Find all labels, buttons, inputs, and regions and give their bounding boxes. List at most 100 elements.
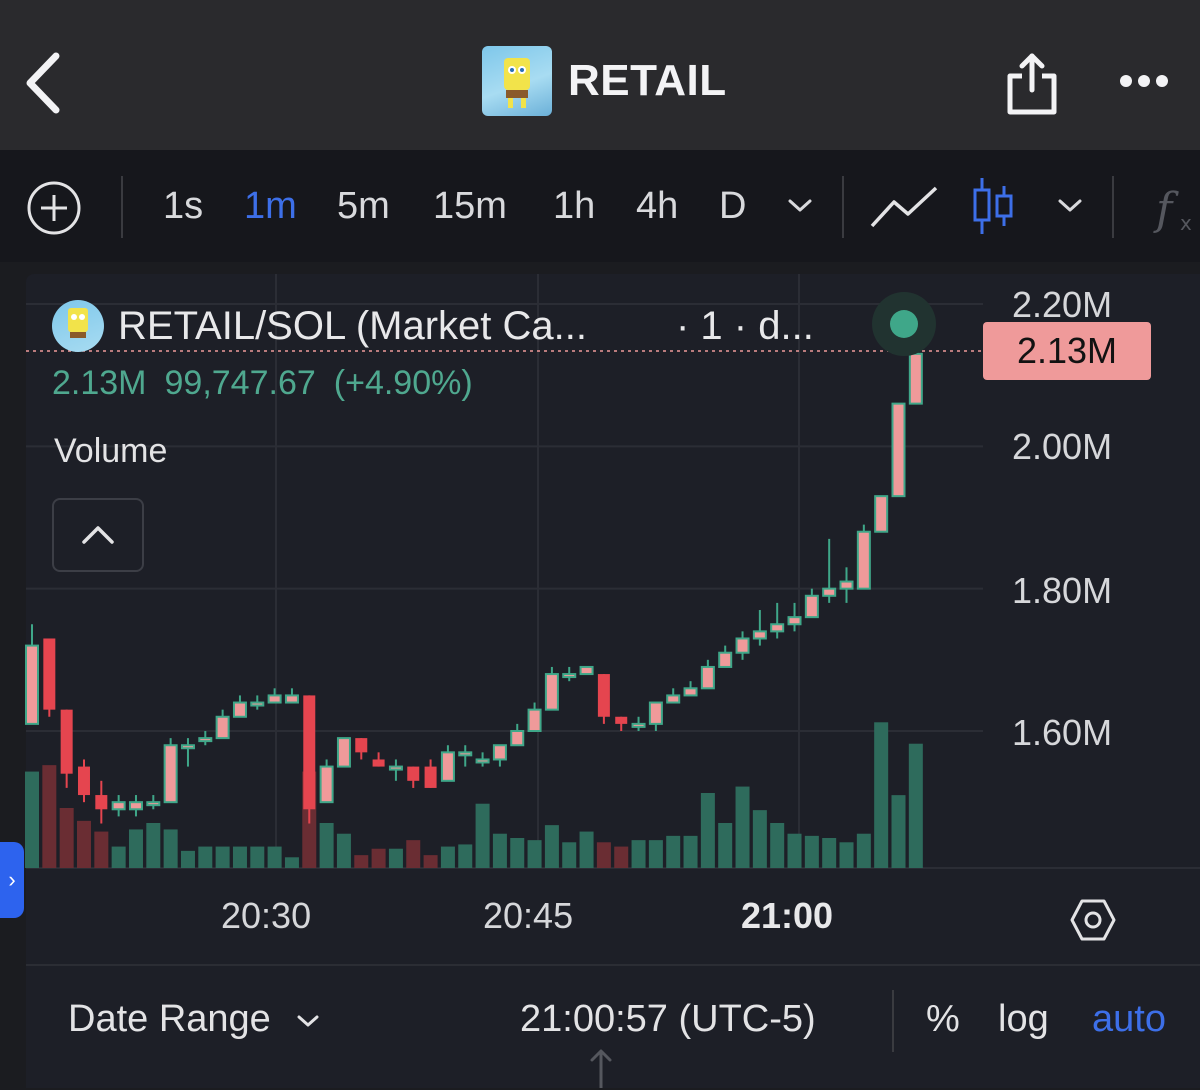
market-status-indicator — [872, 292, 936, 356]
volume-bar — [804, 835, 819, 868]
volume-bar — [440, 846, 455, 868]
candle-up — [388, 765, 403, 771]
time-tick: 20:45 — [483, 895, 574, 936]
volume-bar — [163, 829, 178, 868]
volume-bar — [787, 833, 802, 868]
volume-bar — [25, 771, 39, 868]
candle-up — [284, 694, 299, 704]
candle-up — [250, 701, 265, 707]
volume-bar — [856, 833, 871, 868]
candle-up — [492, 744, 507, 761]
candle-up — [631, 722, 646, 728]
change-percent: (+4.90%) — [333, 364, 473, 402]
symbol-title[interactable]: RETAIL/SOL (Market Ca... — [118, 304, 587, 349]
candle-up — [163, 744, 178, 804]
side-panel-toggle[interactable]: › — [0, 842, 24, 918]
timezone-clock[interactable]: 21:00:57 (UTC-5) — [520, 998, 816, 1041]
auto-scale-toggle[interactable]: auto — [1092, 998, 1166, 1041]
candle-up — [544, 673, 559, 711]
candle-up — [666, 694, 681, 704]
candle-up — [25, 644, 39, 725]
candle-up — [510, 730, 525, 747]
candle-up — [648, 701, 663, 725]
log-scale-toggle[interactable]: log — [998, 998, 1049, 1041]
volume-bar — [458, 844, 473, 868]
chevron-down-icon — [297, 1015, 319, 1027]
volume-bar — [406, 840, 421, 868]
candle-up — [215, 715, 230, 740]
candle-up — [891, 402, 906, 498]
candle-down — [60, 709, 73, 774]
time-tick-current: 21:00 — [741, 895, 834, 936]
volume-legend[interactable]: Volume — [54, 432, 167, 471]
candle-up — [700, 665, 715, 690]
candles — [25, 339, 923, 824]
candle-up — [752, 630, 767, 640]
candle-down — [407, 766, 420, 781]
volume-bar — [180, 850, 195, 868]
candle-down — [424, 766, 437, 788]
volume-bar — [718, 823, 733, 868]
candle-down — [597, 674, 610, 717]
bottom-divider — [892, 990, 894, 1052]
candle-up — [770, 623, 785, 633]
live-dot-icon — [890, 310, 918, 338]
candle-down — [615, 716, 628, 724]
volume-bar — [614, 846, 629, 868]
chart-legend[interactable]: RETAIL/SOL (Market Ca... — [52, 296, 587, 356]
volume-bar — [700, 793, 715, 868]
percent-scale-toggle[interactable]: % — [926, 998, 960, 1041]
candle-up — [562, 673, 577, 679]
candle-up — [874, 495, 889, 533]
candle-down — [43, 638, 56, 710]
candle-up — [232, 701, 247, 718]
candle-up — [267, 694, 282, 704]
candle-up — [336, 737, 351, 768]
volume-bar — [579, 831, 594, 868]
volume-bar — [891, 795, 906, 868]
volume-bar — [874, 722, 889, 868]
candle-down — [355, 738, 368, 753]
price-tick: 1.80M — [1012, 570, 1113, 611]
volume-bar — [510, 838, 525, 868]
volume-bar — [527, 840, 542, 868]
volume-bar — [770, 823, 785, 868]
candle-up — [146, 801, 161, 807]
candle-up — [475, 758, 490, 764]
candle-up — [198, 737, 213, 743]
candle-down — [95, 795, 108, 810]
volume-bar — [596, 842, 611, 868]
volume-bar — [354, 855, 369, 868]
ohlc-values: 2.13M 99,747.67 (+4.90%) — [52, 364, 491, 403]
volume-bar — [284, 857, 299, 868]
volume-bar — [76, 820, 91, 868]
volume-bar — [42, 765, 57, 868]
volume-bar — [215, 846, 230, 868]
date-range-button[interactable]: Date Range — [68, 998, 321, 1041]
chart-settings-icon[interactable] — [1070, 897, 1116, 943]
volume-bar — [683, 835, 698, 868]
volume-bar — [735, 786, 750, 868]
volume-bar — [423, 855, 438, 868]
volume-bar — [59, 808, 74, 868]
candle-down — [372, 759, 385, 767]
volume-bar — [198, 846, 213, 868]
candle-up — [579, 665, 594, 676]
candle-up — [527, 708, 542, 733]
candle-up — [908, 352, 923, 405]
chevron-up-icon — [82, 526, 114, 544]
change-value: 99,747.67 — [164, 364, 316, 402]
candlestick-chart[interactable] — [0, 0, 1200, 1088]
symbol-interval[interactable]: · 1 · d... — [676, 296, 814, 356]
last-price-badge: 2.13M — [983, 322, 1151, 380]
date-range-label: Date Range — [68, 998, 271, 1040]
volume-bar — [111, 846, 126, 868]
volume-bar — [666, 835, 681, 868]
volume-bar — [908, 743, 923, 868]
candle-up — [856, 530, 871, 590]
collapse-legend-button[interactable] — [52, 498, 144, 572]
scroll-up-arrow-icon[interactable] — [588, 1046, 614, 1088]
candle-down — [303, 695, 316, 810]
candle-down — [77, 766, 90, 796]
volume-bar — [336, 833, 351, 868]
